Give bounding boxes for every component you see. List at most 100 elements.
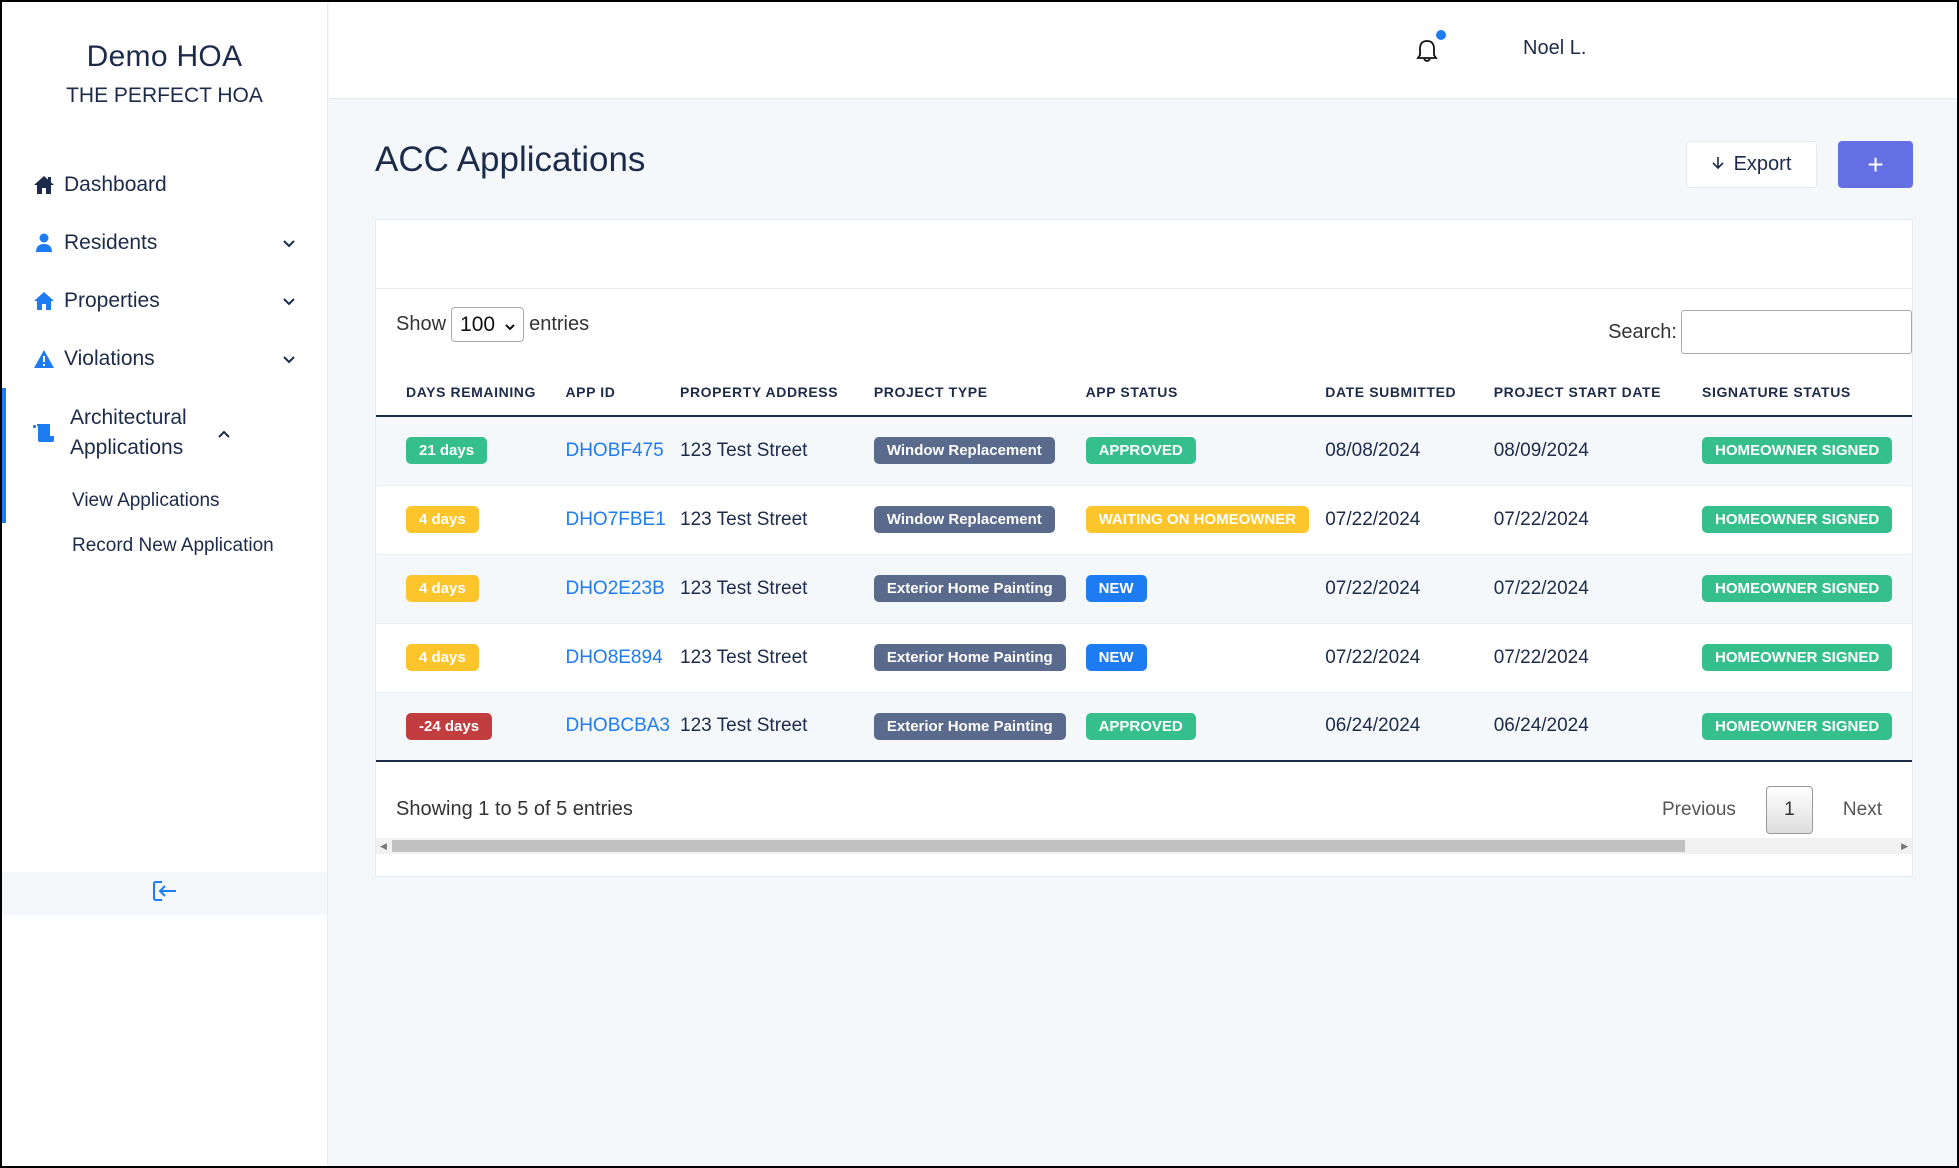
app-id-link[interactable]: DHO8E894	[565, 647, 662, 668]
chevron-up-icon[interactable]	[214, 425, 234, 441]
export-button[interactable]: Export	[1686, 141, 1817, 188]
app-id-link[interactable]: DHOBCBA3	[565, 715, 670, 736]
notification-bell-icon[interactable]	[1415, 38, 1439, 64]
sidebar-item-label: Residents	[64, 231, 158, 254]
property-address-cell: 123 Test Street	[670, 692, 859, 762]
warning-icon	[32, 348, 56, 370]
chevron-down-icon	[505, 313, 515, 337]
sidebar-item-violations[interactable]: Violations	[2, 330, 327, 388]
date-submitted-cell: 07/22/2024	[1315, 485, 1484, 555]
property-address-cell: 123 Test Street	[670, 485, 859, 555]
project-type-cell: Exterior Home Painting	[858, 554, 1071, 624]
sidebar-subitem-view-applications[interactable]: View Applications	[2, 478, 327, 523]
scroll-icon	[32, 422, 56, 444]
project-type-badge: Exterior Home Painting	[873, 712, 1066, 740]
project-type-cell: Window Replacement	[858, 416, 1071, 486]
column-header[interactable]: APP STATUS	[1070, 369, 1316, 417]
search-label: Search:	[1608, 320, 1677, 343]
days-remaining-badge: -24 days	[406, 712, 493, 740]
column-header[interactable]: DAYS REMAINING	[376, 369, 546, 417]
sidebar: Demo HOA THE PERFECT HOA Dashboard Resid…	[2, 2, 328, 1166]
app-status-cell: NEW	[1070, 623, 1316, 693]
project-type-badge: Exterior Home Painting	[873, 644, 1066, 671]
days-remaining-cell: -24 days	[376, 692, 546, 762]
scroll-left-arrow-icon[interactable]: ◀	[380, 841, 387, 852]
date-submitted-cell: 06/24/2024	[1315, 692, 1484, 762]
property-address-cell: 123 Test Street	[670, 623, 859, 693]
table-row[interactable]: 21 days DHOBF475 123 Test Street Window Rep…	[376, 416, 1912, 486]
app-id-cell: DHO8E894	[545, 623, 670, 693]
signature-status-badge: HOMEOWNER SIGNED	[1702, 437, 1893, 465]
project-type-badge: Window Replacement	[873, 506, 1055, 533]
brand-subtitle: THE PERFECT HOA	[66, 84, 263, 107]
app-status-badge: WAITING ON HOMEOWNER	[1085, 506, 1310, 533]
house-icon	[32, 290, 56, 312]
property-address-cell: 123 Test Street	[670, 554, 859, 624]
app-id-link[interactable]: DHO2E23B	[565, 578, 664, 599]
showing-entries-text: Showing 1 to 5 of 5 entries	[396, 798, 633, 820]
days-remaining-badge: 4 days	[406, 644, 479, 671]
scroll-right-arrow-icon[interactable]: ▶	[1901, 841, 1908, 852]
app-id-cell: DHO7FBE1	[545, 485, 670, 555]
app-id-link[interactable]: DHOBF475	[565, 440, 663, 461]
sidebar-item-properties[interactable]: Properties	[2, 272, 327, 330]
project-type-cell: Exterior Home Painting	[858, 623, 1071, 693]
chevron-down-icon[interactable]	[279, 235, 299, 251]
brand-title[interactable]: Demo HOA	[2, 40, 327, 74]
property-address-cell: 123 Test Street	[670, 416, 859, 486]
sidebar-item-label: Architectural Applications	[70, 406, 187, 459]
table-row[interactable]: 4 days DHO8E894 123 Test Street Exterior Ho…	[376, 623, 1912, 693]
user-menu[interactable]: Noel L.	[1523, 37, 1586, 60]
next-button[interactable]: Next	[1843, 799, 1882, 821]
user-icon	[32, 232, 56, 254]
app-status-badge: NEW	[1085, 644, 1147, 671]
days-remaining-cell: 21 days	[376, 416, 546, 486]
table-row[interactable]: 4 days DHO7FBE1 123 Test Street Window Repl…	[376, 485, 1912, 555]
notification-dot	[1436, 30, 1446, 40]
table-row[interactable]: 4 days DHO2E23B 123 Test Street Exterior Ho…	[376, 554, 1912, 624]
chevron-down-icon[interactable]	[279, 293, 299, 309]
date-submitted-cell: 07/22/2024	[1315, 623, 1484, 693]
logout-button[interactable]	[2, 872, 327, 915]
applications-table: DAYS REMAINING APP ID PROPERTY ADDRESS PROJ…	[376, 369, 1912, 762]
chevron-down-icon[interactable]	[279, 351, 299, 367]
app-id-link[interactable]: DHO7FBE1	[565, 509, 665, 530]
page-title: ACC Applications	[375, 140, 646, 179]
page-size-select[interactable]: 100	[451, 307, 525, 342]
sidebar-subitem-record-new-application[interactable]: Record New Application	[2, 523, 327, 568]
signature-status-cell: HOMEOWNER SIGNED	[1692, 485, 1912, 555]
brand: Demo HOA THE PERFECT HOA	[2, 2, 327, 108]
topbar	[329, 2, 1957, 99]
sidebar-nav: Dashboard Residents Properties Violation…	[2, 156, 327, 568]
sidebar-item-label: Violations	[64, 347, 155, 370]
app-id-cell: DHOBCBA3	[545, 692, 670, 762]
horizontal-scrollbar[interactable]: ◀ ▶	[376, 838, 1912, 854]
sidebar-item-dashboard[interactable]: Dashboard	[2, 156, 327, 214]
signature-status-badge: HOMEOWNER SIGNED	[1702, 575, 1893, 602]
search-input[interactable]	[1681, 310, 1912, 354]
page-size-value: 100	[460, 312, 496, 336]
sidebar-item-architectural-applications[interactable]: Architectural Applications	[2, 388, 327, 478]
project-start-date-cell: 08/09/2024	[1483, 416, 1693, 486]
scrollbar-thumb[interactable]	[392, 840, 1685, 852]
project-start-date-cell: 07/22/2024	[1483, 554, 1693, 624]
page-button-1[interactable]: 1	[1765, 786, 1813, 834]
column-header[interactable]: PROJECT START DATE	[1483, 369, 1693, 417]
add-application-button[interactable]: +	[1838, 141, 1913, 188]
column-header[interactable]: PROPERTY ADDRESS	[670, 369, 859, 417]
pagination: Previous 1 Next	[1662, 786, 1882, 834]
sidebar-item-residents[interactable]: Residents	[2, 214, 327, 272]
column-header[interactable]: APP ID	[545, 369, 670, 417]
column-header[interactable]: DATE SUBMITTED	[1315, 369, 1484, 417]
table-row[interactable]: -24 days DHOBCBA3 123 Test Street Exterior …	[376, 692, 1912, 762]
table-toolbar: Show 100 entries Search:	[376, 289, 1912, 369]
logout-icon	[152, 880, 178, 907]
home-icon	[32, 174, 56, 196]
column-header[interactable]: PROJECT TYPE	[858, 369, 1071, 417]
column-header[interactable]: SIGNATURE STATUS	[1692, 369, 1912, 417]
previous-button[interactable]: Previous	[1662, 799, 1736, 821]
search-control: Search:	[1608, 310, 1912, 354]
page-size-control: Show 100 entries	[396, 307, 589, 342]
project-start-date-cell: 07/22/2024	[1483, 623, 1693, 693]
entries-label: entries	[529, 313, 590, 335]
